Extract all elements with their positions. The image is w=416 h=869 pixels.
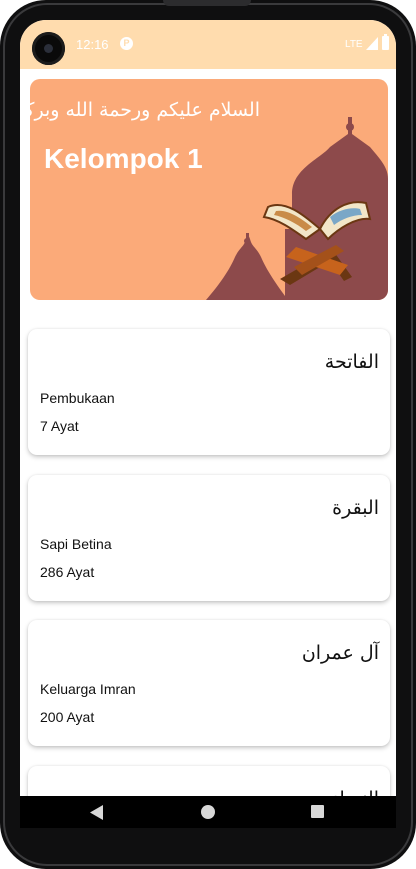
app-notification-icon: P xyxy=(120,37,133,50)
recent-apps-icon[interactable] xyxy=(311,805,324,818)
surah-meaning: Keluarga Imran xyxy=(40,681,136,697)
surah-meaning: Pembukaan xyxy=(40,390,115,406)
surah-arabic-name: الفاتحة xyxy=(324,351,379,373)
status-time: 12:16 xyxy=(76,37,109,52)
banner-title: Kelompok 1 xyxy=(44,143,203,174)
front-camera xyxy=(32,32,65,65)
app-screen: 12:16 P LTE السلام عليكم ورحمة الله وبر … xyxy=(20,20,396,828)
home-icon[interactable] xyxy=(201,805,215,819)
back-icon[interactable] xyxy=(90,805,104,820)
phone-speaker xyxy=(163,0,251,6)
battery-icon xyxy=(382,34,389,50)
surah-ayat-count: 200 Ayat xyxy=(40,709,95,725)
surah-meaning: Sapi Betina xyxy=(40,536,112,552)
surah-arabic-name: آل عمران xyxy=(301,642,379,664)
surah-list-screen[interactable]: السلام عليكم ورحمة الله وبركاته Kelompok… xyxy=(20,69,396,828)
phone-frame: 12:16 P LTE السلام عليكم ورحمة الله وبر … xyxy=(0,0,416,869)
surah-ayat-count: 286 Ayat xyxy=(40,564,95,580)
signal-icon xyxy=(366,37,378,50)
status-bar: 12:16 P LTE xyxy=(20,20,396,69)
navigation-bar xyxy=(20,796,396,828)
surah-card-al-fatihah[interactable]: الفاتحة Pembukaan 7 Ayat xyxy=(28,329,390,455)
header-banner: السلام عليكم ورحمة الله وبركاته Kelompok… xyxy=(30,79,388,300)
surah-arabic-name: البقرة xyxy=(332,497,379,519)
surah-card-al-baqarah[interactable]: البقرة Sapi Betina 286 Ayat xyxy=(28,475,390,601)
surah-ayat-count: 7 Ayat xyxy=(40,418,79,434)
surah-card-ali-imran[interactable]: آل عمران Keluarga Imran 200 Ayat xyxy=(28,620,390,746)
network-type: LTE xyxy=(345,39,363,50)
banner-greeting: السلام عليكم ورحمة الله وبركاته xyxy=(30,99,260,121)
